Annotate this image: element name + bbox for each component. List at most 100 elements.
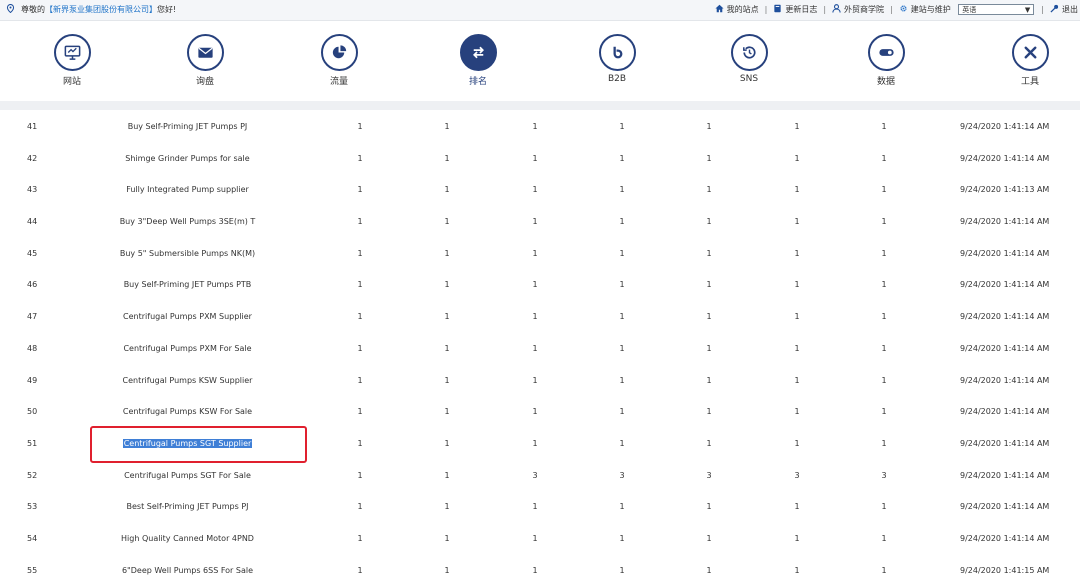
table-row: 46 Buy Self-Priming JET Pumps PTB 1 1 1 … xyxy=(0,268,1080,300)
value-cell: 1 xyxy=(881,565,887,575)
value-cell: 3 xyxy=(532,470,538,480)
value-cell: 1 xyxy=(619,280,625,290)
keyword-cell[interactable]: Centrifugal Pumps KSW For Sale xyxy=(85,407,290,416)
nav-inquiry[interactable]: 询盘 xyxy=(165,34,245,87)
value-cell: 1 xyxy=(357,217,363,227)
row-number: 48 xyxy=(27,343,38,353)
timestamp-cell: 9/24/2020 1:41:14 AM xyxy=(960,312,1050,322)
changelog-label: 更新日志 xyxy=(785,5,818,14)
value-cell: 1 xyxy=(619,312,625,322)
nav-sns[interactable]: SNS xyxy=(709,34,789,84)
value-cell: 1 xyxy=(794,407,800,417)
academy-label: 外贸商学院 xyxy=(844,5,885,14)
academy-link[interactable]: 外贸商学院 xyxy=(832,0,884,20)
changelog-link[interactable]: 更新日志 xyxy=(773,0,817,20)
keyword-cell[interactable]: Shimge Grinder Pumps for sale xyxy=(85,154,290,163)
gear-icon xyxy=(900,5,907,12)
nav-sns-circle xyxy=(730,34,768,71)
value-cell: 1 xyxy=(444,343,450,353)
value-cell: 1 xyxy=(706,217,712,227)
keyword-cell[interactable]: Best Self-Priming JET Pumps PJ xyxy=(85,502,290,511)
nav-website-label: 网站 xyxy=(62,77,81,87)
value-cell: 1 xyxy=(357,502,363,512)
value-cell: 1 xyxy=(444,438,450,448)
keyword-text: Centrifugal Pumps PXM Supplier xyxy=(123,312,252,322)
value-cell: 1 xyxy=(532,122,538,131)
swap-arrows-icon xyxy=(472,46,484,59)
table-row: 49 Centrifugal Pumps KSW Supplier 1 1 1 … xyxy=(0,364,1080,396)
value-cell: 1 xyxy=(881,502,887,512)
nav-website[interactable]: 网站 xyxy=(32,34,112,87)
row-number: 53 xyxy=(27,502,38,512)
keyword-cell[interactable]: Fully Integrated Pump supplier xyxy=(85,185,290,194)
value-cell: 1 xyxy=(706,565,712,575)
value-cell: 1 xyxy=(444,470,450,480)
build-maintenance-link[interactable]: 建站与维护 xyxy=(899,0,951,20)
value-cell: 1 xyxy=(619,533,625,543)
keyword-cell[interactable]: Buy Self-Priming JET Pumps PJ xyxy=(85,122,290,131)
keyword-cell[interactable]: High Quality Canned Motor 4PND xyxy=(85,534,290,543)
value-cell: 1 xyxy=(619,407,625,417)
table-row: 42 Shimge Grinder Pumps for sale 1 1 1 1… xyxy=(0,142,1080,174)
table-row: 53 Best Self-Priming JET Pumps PJ 1 1 1 … xyxy=(0,490,1080,522)
keyword-cell[interactable]: 6"Deep Well Pumps 6SS For Sale xyxy=(85,566,290,575)
value-cell: 1 xyxy=(357,565,363,575)
value-cell: 1 xyxy=(357,312,363,322)
value-cell: 1 xyxy=(706,122,712,131)
row-number: 49 xyxy=(27,375,38,385)
value-cell: 1 xyxy=(619,217,625,227)
value-cell: 1 xyxy=(706,502,712,512)
value-cell: 1 xyxy=(794,375,800,385)
value-cell: 1 xyxy=(881,122,887,131)
value-cell: 1 xyxy=(794,533,800,543)
monitor-icon xyxy=(64,45,80,60)
nav-inquiry-label: 询盘 xyxy=(195,77,214,87)
nav-traffic[interactable]: 流量 xyxy=(299,34,379,87)
greeting: 尊敬的【新界泵业集团股份有限公司】您好! xyxy=(6,0,176,20)
value-cell: 1 xyxy=(357,280,363,290)
table-row: 50 Centrifugal Pumps KSW For Sale 1 1 1 … xyxy=(0,395,1080,427)
keyword-cell[interactable]: Buy Self-Priming JET Pumps PTB xyxy=(85,280,290,289)
value-cell: 1 xyxy=(532,438,538,448)
keyword-text: Buy Self-Priming JET Pumps PTB xyxy=(123,280,252,290)
logout-link[interactable]: 退出 xyxy=(1050,0,1078,20)
value-cell: 1 xyxy=(532,565,538,575)
keyword-cell[interactable]: Buy 3"Deep Well Pumps 3SE(m) T xyxy=(85,217,290,226)
mail-icon xyxy=(197,47,213,58)
value-cell: 1 xyxy=(532,153,538,163)
my-site-link[interactable]: 我的站点 xyxy=(715,0,759,20)
value-cell: 1 xyxy=(357,407,363,417)
value-cell: 1 xyxy=(706,312,712,322)
value-cell: 1 xyxy=(532,280,538,290)
keyword-cell[interactable]: Centrifugal Pumps SGT For Sale xyxy=(85,471,290,480)
nav-tools[interactable]: 工具 xyxy=(990,34,1070,87)
value-cell: 1 xyxy=(444,375,450,385)
nav-data[interactable]: 数据 xyxy=(846,34,926,87)
company-name[interactable]: 【新界泵业集团股份有限公司】 xyxy=(45,5,157,14)
nav-ranking[interactable]: 排名 xyxy=(438,34,518,87)
build-maintenance-label: 建站与维护 xyxy=(910,5,951,14)
value-cell: 1 xyxy=(532,312,538,322)
timestamp-cell: 9/24/2020 1:41:14 AM xyxy=(960,533,1050,543)
timestamp-cell: 9/24/2020 1:41:14 AM xyxy=(960,217,1050,227)
keyword-cell[interactable]: Centrifugal Pumps KSW Supplier xyxy=(85,376,290,385)
language-select[interactable]: 英语 ▼ xyxy=(958,4,1035,15)
keyword-cell[interactable]: Centrifugal Pumps PXM For Sale xyxy=(85,344,290,353)
nav-data-circle xyxy=(867,34,905,71)
nav-b2b[interactable]: B2B xyxy=(577,34,657,84)
my-site-label: 我的站点 xyxy=(726,5,759,14)
value-cell: 1 xyxy=(532,533,538,543)
value-cell: 1 xyxy=(532,185,538,195)
nav-website-circle xyxy=(53,34,91,71)
value-cell: 1 xyxy=(619,502,625,512)
keyword-cell[interactable]: Centrifugal Pumps PXM Supplier xyxy=(85,312,290,321)
value-cell: 1 xyxy=(357,153,363,163)
value-cell: 1 xyxy=(532,343,538,353)
value-cell: 1 xyxy=(706,343,712,353)
value-cell: 1 xyxy=(706,248,712,258)
value-cell: 1 xyxy=(881,248,887,258)
keyword-cell[interactable]: Buy 5" Submersible Pumps NK(M) xyxy=(85,249,290,258)
value-cell: 1 xyxy=(794,153,800,163)
value-cell: 1 xyxy=(706,280,712,290)
nav-tools-circle xyxy=(1011,34,1049,71)
